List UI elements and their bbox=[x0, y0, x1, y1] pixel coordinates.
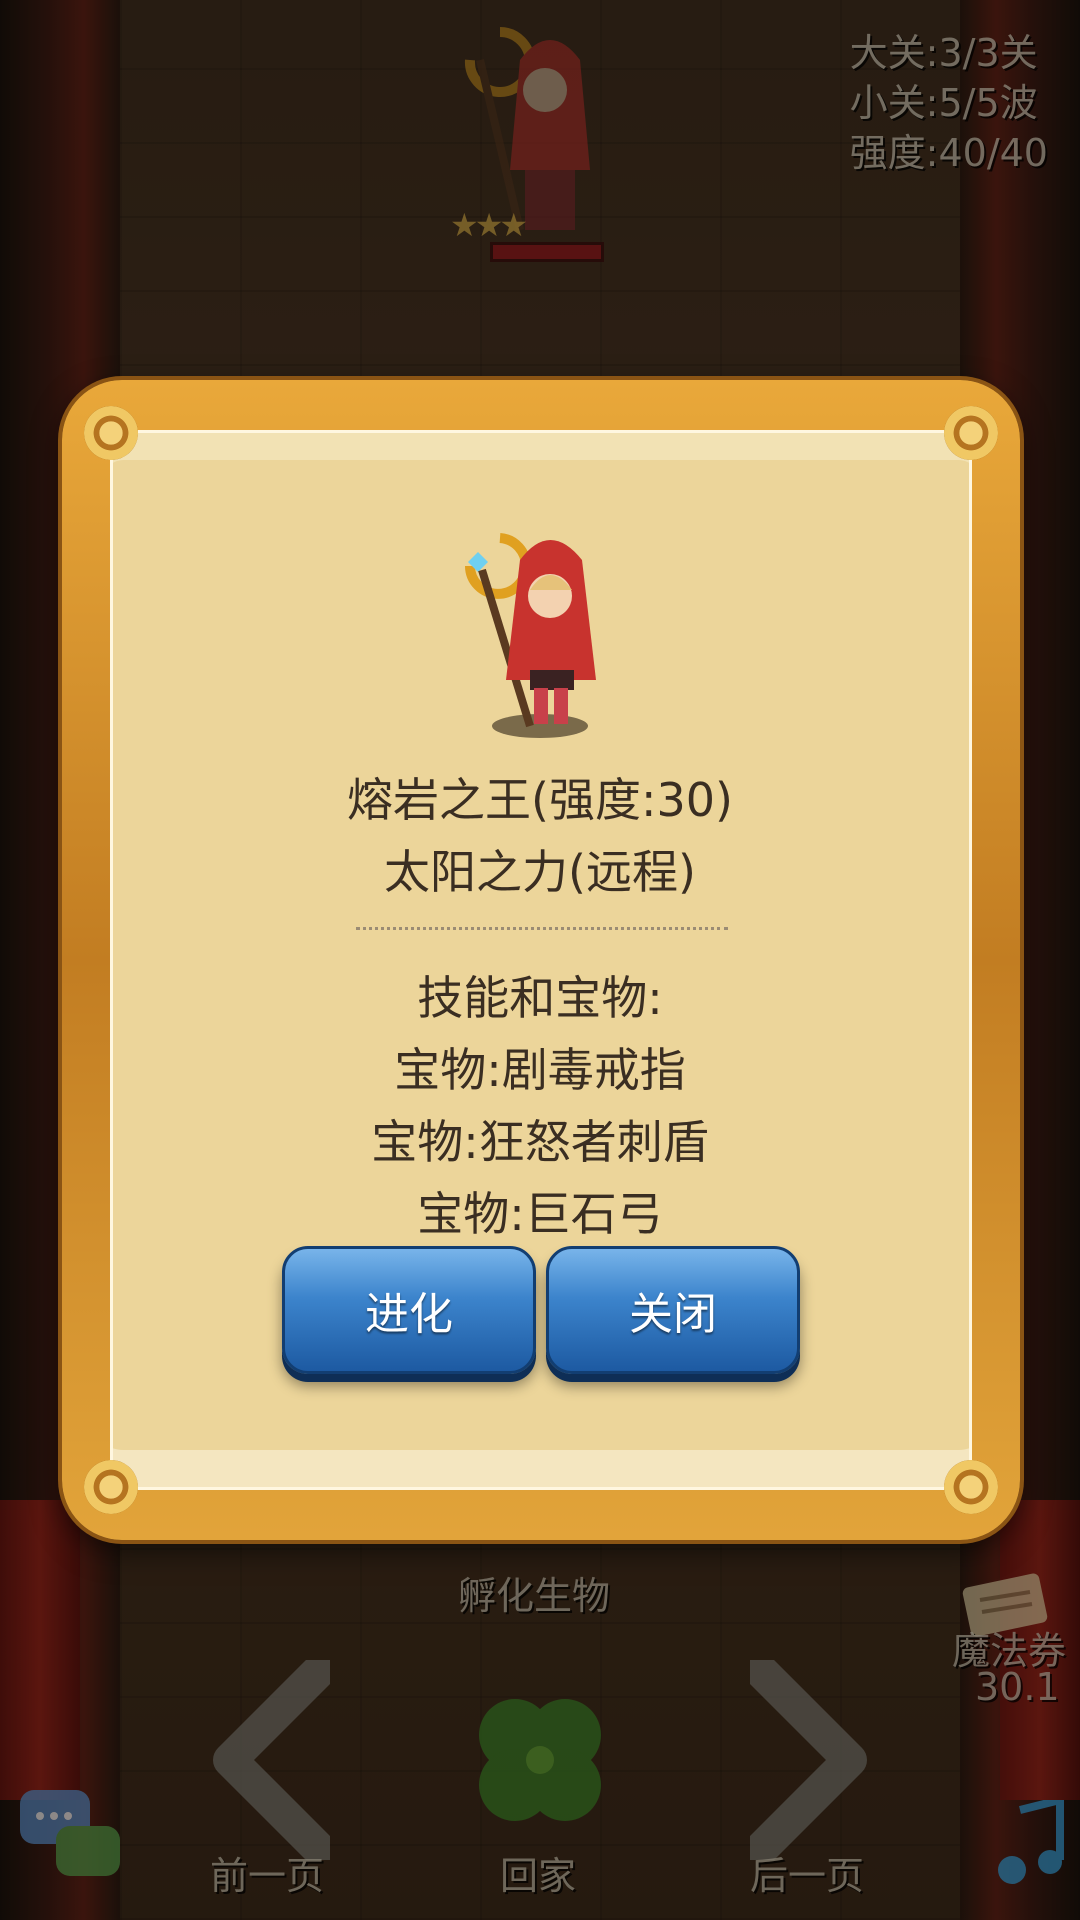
treasure-item: 宝物:狂怒者刺盾 bbox=[371, 1115, 709, 1169]
treasure-item: 宝物:剧毒戒指 bbox=[394, 1043, 686, 1097]
skills-header: 技能和宝物: bbox=[417, 971, 663, 1025]
close-button[interactable]: 关闭 bbox=[546, 1246, 800, 1374]
hero-sprite bbox=[465, 533, 596, 738]
creature-subtitle: 太阳之力(远程) bbox=[384, 845, 696, 899]
corner-ornament bbox=[944, 1460, 998, 1514]
corner-ornament bbox=[84, 406, 138, 460]
corner-ornament bbox=[944, 406, 998, 460]
corner-ornament bbox=[84, 1460, 138, 1514]
treasure-item: 宝物:巨石弓 bbox=[417, 1187, 663, 1241]
creature-title: 熔岩之王(强度:30) bbox=[347, 773, 733, 827]
evolve-button[interactable]: 进化 bbox=[282, 1246, 536, 1374]
divider bbox=[356, 927, 728, 930]
